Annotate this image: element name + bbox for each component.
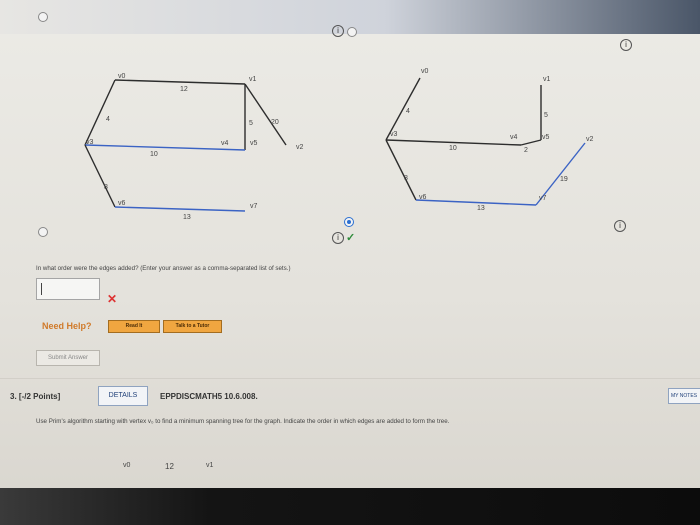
vertex-label-v1: v1 <box>543 76 551 83</box>
edge-v3-v6-right <box>385 139 417 201</box>
vertex-label-v6: v6 <box>419 194 427 201</box>
vertex-label-v0: v0 <box>421 68 429 75</box>
info-icon[interactable]: i <box>332 232 344 244</box>
my-notes-button[interactable]: MY NOTES <box>668 388 700 404</box>
edge-weight: 5 <box>249 120 253 127</box>
edge-weight: 5 <box>544 112 548 119</box>
edge-v0-v1 <box>114 79 246 85</box>
question-number: 3. [-/2 Points] <box>10 392 60 401</box>
vertex-label-v7: v7 <box>250 203 258 210</box>
vertex-label-v4: v4 <box>510 134 518 141</box>
edge-v6-v7-right <box>415 199 537 206</box>
preview-vertex-label: v0 <box>123 462 131 469</box>
device-bottom-bezel <box>0 488 700 525</box>
edge-v3-v6 <box>84 144 116 208</box>
vertex-label-v6: v6 <box>118 200 126 207</box>
vertex-label-v5: v5 <box>542 134 550 141</box>
vertex-label-v2: v2 <box>586 136 594 143</box>
preview-edge-weight: 12 <box>165 462 174 471</box>
vertex-label-v5: v5 <box>250 140 258 147</box>
talk-to-tutor-button[interactable]: Talk to a Tutor <box>163 320 222 333</box>
next-question-text: Use Prim's algorithm starting with verte… <box>36 418 450 425</box>
incorrect-x-icon: ✕ <box>107 292 118 306</box>
edge-weight: 12 <box>180 86 188 93</box>
edge-weight: 4 <box>406 108 410 115</box>
graph-right <box>385 77 586 206</box>
submit-answer-button[interactable]: Submit Answer <box>36 350 100 366</box>
edge-weight: 10 <box>150 151 158 158</box>
vertex-label-v1: v1 <box>249 76 257 83</box>
answer-option-radio-c[interactable] <box>38 227 48 237</box>
edge-v3-v0 <box>84 79 116 146</box>
vertex-label-v2: v2 <box>296 144 304 151</box>
edge-weight: 8 <box>104 184 108 191</box>
divider <box>0 378 700 379</box>
question-points: [-/2 Points] <box>18 392 61 401</box>
vertex-label-v3: v3 <box>390 131 398 138</box>
vertex-label-v4: v4 <box>221 140 229 147</box>
edge-weight: 4 <box>106 116 110 123</box>
answer-input[interactable] <box>36 278 100 300</box>
vertex-label-v7: v7 <box>539 195 547 202</box>
edge-weight: 19 <box>560 176 568 183</box>
edge-v1-v2 <box>244 83 287 146</box>
need-help-label: Need Help? <box>42 321 92 331</box>
read-it-button[interactable]: Read It <box>108 320 160 333</box>
edge-weight: 10 <box>449 145 457 152</box>
edge-weight: 8 <box>404 175 408 182</box>
edge-weight: 20 <box>271 119 279 126</box>
details-button[interactable]: DETAILS <box>98 386 148 406</box>
edge-weight: 13 <box>477 205 485 212</box>
correct-check-icon: ✓ <box>346 232 356 244</box>
question-code: EPPDISCMATH5 10.6.008. <box>160 392 258 401</box>
question-prompt: In what order were the edges added? (Ent… <box>36 265 291 272</box>
edge-v4-v5-right <box>520 139 542 146</box>
preview-vertex-label: v1 <box>206 462 214 469</box>
question-number-text: 3. <box>10 392 17 401</box>
edge-v6-v7 <box>114 206 246 212</box>
edge-weight: 2 <box>524 147 528 154</box>
info-icon[interactable]: i <box>614 220 626 232</box>
answer-option-radio-d-selected[interactable] <box>344 217 354 227</box>
vertex-label-v3: v3 <box>86 139 94 146</box>
vertex-label-v0: v0 <box>118 73 126 80</box>
edge-weight: 13 <box>183 214 191 221</box>
text-caret <box>41 283 42 295</box>
